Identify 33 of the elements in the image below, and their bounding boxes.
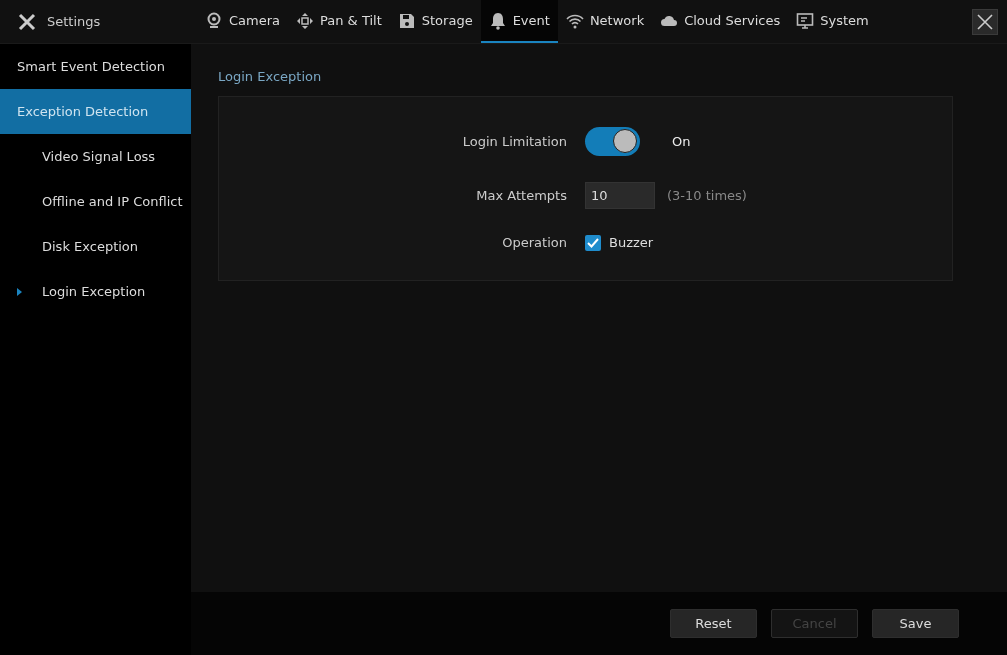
sidebar-item[interactable]: Smart Event Detection bbox=[0, 44, 191, 89]
sidebar-subitem[interactable]: Video Signal Loss bbox=[0, 134, 191, 179]
storage-icon bbox=[397, 11, 416, 30]
sidebar-subitem[interactable]: Offline and IP Conflict bbox=[0, 179, 191, 224]
close-button[interactable] bbox=[972, 8, 998, 35]
system-icon bbox=[796, 11, 815, 30]
sidebar-item[interactable]: Exception Detection bbox=[0, 89, 191, 134]
tools-icon bbox=[17, 11, 37, 32]
app-title: Settings bbox=[47, 14, 101, 29]
checkbox[interactable] bbox=[585, 234, 601, 251]
nav-tab[interactable]: System bbox=[788, 0, 877, 43]
action-button[interactable]: Save bbox=[872, 609, 959, 638]
nav-tab[interactable]: Cloud Services bbox=[652, 0, 789, 43]
nav-tab[interactable]: Camera bbox=[197, 0, 289, 43]
sidebar-subitem[interactable]: Login Exception bbox=[0, 269, 191, 314]
event-icon bbox=[488, 11, 507, 30]
field-label: Operation bbox=[502, 235, 567, 250]
range-hint: (3-10 times) bbox=[667, 187, 747, 203]
camera-icon bbox=[205, 11, 223, 30]
sidebar-subitem[interactable]: Disk Exception bbox=[0, 224, 191, 269]
nav-tab[interactable]: Storage bbox=[389, 0, 481, 43]
field-label: Login Limitation bbox=[462, 133, 567, 149]
action-button[interactable]: Reset bbox=[670, 609, 757, 638]
toggle-switch[interactable] bbox=[585, 126, 640, 156]
field-label: Max Attempts bbox=[476, 187, 567, 203]
toggle-state: On bbox=[672, 133, 691, 149]
pantilt-icon bbox=[296, 11, 315, 30]
section-title: Login Exception bbox=[218, 69, 323, 84]
nav-tab[interactable]: Pan & Tilt bbox=[288, 0, 390, 43]
nav-tab[interactable]: Event bbox=[480, 0, 558, 43]
input-field[interactable]: 10 bbox=[585, 181, 655, 209]
buzzer-checkbox[interactable]: Buzzer bbox=[585, 234, 654, 251]
nav-tab[interactable]: Network bbox=[557, 0, 653, 43]
